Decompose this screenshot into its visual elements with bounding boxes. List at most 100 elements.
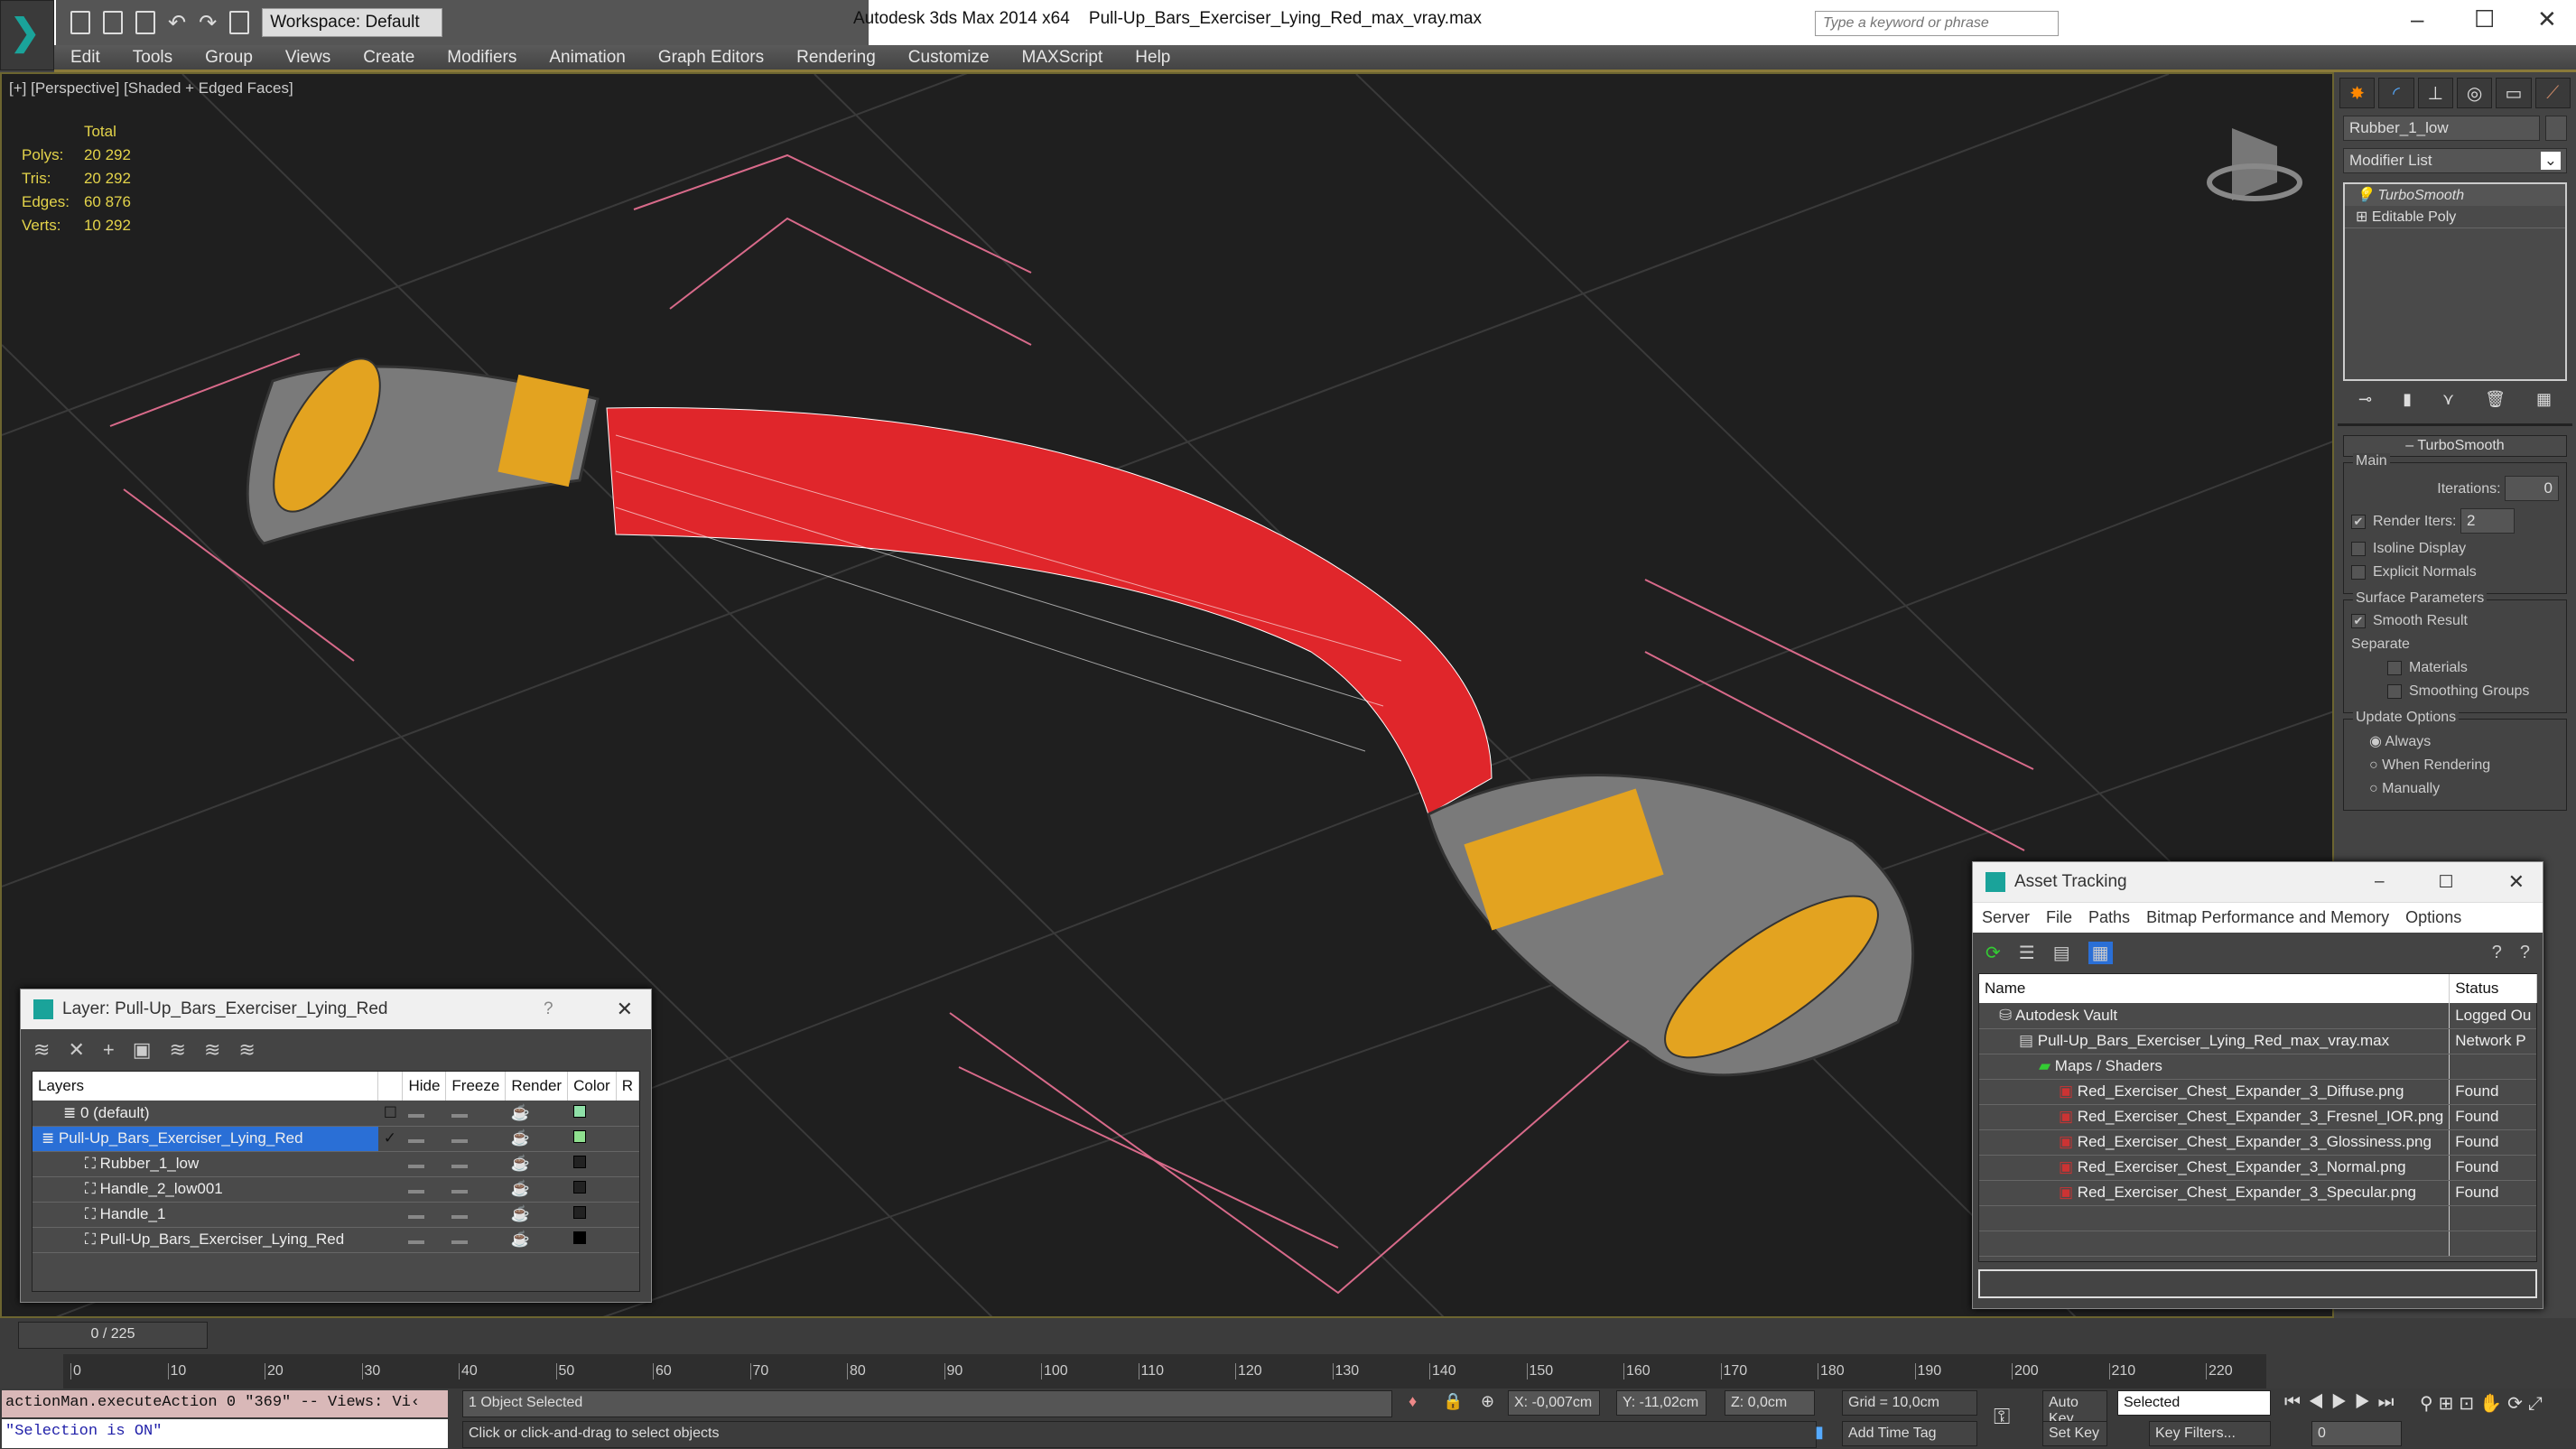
iterations-spinner[interactable]: 0: [2505, 476, 2559, 501]
orbit-icon[interactable]: ⟳: [2507, 1394, 2528, 1414]
show-end-result-icon[interactable]: ▮: [2403, 390, 2412, 409]
always-radio[interactable]: ◉: [2369, 734, 2385, 749]
column-header[interactable]: Hide: [402, 1072, 447, 1101]
set-key-mode-icon[interactable]: ⚿: [1994, 1405, 2010, 1430]
isolate-icon[interactable]: ♦: [1409, 1392, 1417, 1411]
isoline-display-checkbox[interactable]: [2351, 541, 2366, 556]
render-toggle[interactable]: ☕: [505, 1151, 568, 1177]
modifier-list-dropdown[interactable]: Modifier List ⌄: [2343, 148, 2567, 173]
menu-server[interactable]: Server: [1982, 908, 2030, 927]
track-bar[interactable]: 0 10 20 30 40 50 60 70 80 90 100 110 120 130 140 150 160…: [63, 1354, 2266, 1389]
previous-frame-icon[interactable]: ◀: [2308, 1392, 2331, 1412]
render-toggle[interactable]: ☕: [505, 1101, 568, 1127]
current-layer-toggle[interactable]: [377, 1176, 403, 1203]
freeze-toggle[interactable]: [445, 1151, 506, 1177]
menu-maxscript[interactable]: MAXScript: [1006, 48, 1120, 68]
search-input[interactable]: [1815, 11, 2059, 36]
freeze-toggle[interactable]: [445, 1227, 506, 1253]
next-frame-icon[interactable]: ▶: [2355, 1392, 2378, 1412]
create-tab-icon[interactable]: ✸: [2339, 78, 2376, 108]
hide-toggle[interactable]: [402, 1176, 446, 1203]
render-toggle[interactable]: ☕: [505, 1227, 568, 1253]
menu-tools[interactable]: Tools: [116, 48, 189, 68]
pan-icon[interactable]: ✋: [2479, 1394, 2507, 1414]
when-rendering-radio[interactable]: ○: [2369, 757, 2382, 773]
go-to-end-icon[interactable]: ⏭: [2378, 1392, 2402, 1412]
object-color-swatch[interactable]: [2545, 116, 2567, 141]
layer-row[interactable]: ⛶ Rubber_1_low ☕: [33, 1151, 639, 1177]
close-button[interactable]: ✕: [617, 998, 633, 1021]
hide-toggle[interactable]: [402, 1227, 446, 1253]
menu-file[interactable]: File: [2046, 908, 2072, 927]
color-cell[interactable]: [567, 1227, 617, 1253]
zoom-icon[interactable]: ⚲: [2420, 1394, 2439, 1414]
select-objects-icon[interactable]: ▣: [133, 1038, 152, 1062]
help-button[interactable]: ?: [544, 999, 553, 1019]
minimize-button[interactable]: –: [2411, 5, 2423, 33]
tree-view-icon[interactable]: ▤: [2053, 942, 2070, 964]
open-file-icon[interactable]: [103, 11, 123, 34]
list-view-icon[interactable]: ☰: [2019, 942, 2035, 964]
render-toggle[interactable]: ☕: [505, 1176, 568, 1203]
add-to-layer-icon[interactable]: +: [103, 1038, 115, 1062]
zoom-extents-icon[interactable]: ⊡: [2459, 1394, 2479, 1414]
hide-toggle[interactable]: [402, 1151, 446, 1177]
close-button[interactable]: ✕: [2508, 870, 2525, 894]
maximize-button[interactable]: ☐: [2474, 5, 2495, 33]
asset-row[interactable]: ▣ Red_Exerciser_Chest_Expander_3_Specula…: [1979, 1180, 2537, 1206]
play-icon[interactable]: ▶: [2331, 1392, 2355, 1412]
current-layer-toggle[interactable]: [377, 1227, 403, 1253]
asset-row[interactable]: ▣ Red_Exerciser_Chest_Expander_3_Fresnel…: [1979, 1104, 2537, 1130]
column-name[interactable]: Name: [1979, 974, 2450, 1003]
color-cell[interactable]: [567, 1202, 617, 1228]
menu-rendering[interactable]: Rendering: [780, 48, 892, 68]
remove-modifier-icon[interactable]: 🗑: [2485, 390, 2506, 409]
menu-edit[interactable]: Edit: [54, 48, 116, 68]
asset-row[interactable]: ⛁ Autodesk Vault Logged Ou: [1979, 1003, 2537, 1029]
viewport-label[interactable]: [+] [Perspective] [Shaded + Edged Faces]: [9, 79, 293, 98]
time-tag-icon[interactable]: ▮: [1815, 1423, 1824, 1442]
freeze-toggle[interactable]: [445, 1126, 506, 1152]
maxscript-result[interactable]: "Selection is ON": [2, 1419, 448, 1448]
freeze-all-icon[interactable]: ≋: [238, 1038, 255, 1062]
display-tab-icon[interactable]: ▭: [2496, 78, 2532, 108]
time-slider[interactable]: 0 / 225: [18, 1322, 208, 1349]
materials-checkbox[interactable]: [2387, 660, 2402, 675]
menu-help[interactable]: Help: [1119, 48, 1186, 68]
current-layer-toggle[interactable]: [377, 1151, 403, 1177]
absolute-mode-icon[interactable]: ⊕: [1481, 1392, 1494, 1411]
menu-create[interactable]: Create: [347, 48, 431, 68]
column-header[interactable]: Color: [567, 1072, 617, 1101]
render-toggle[interactable]: ☕: [505, 1126, 568, 1152]
add-time-tag-button[interactable]: Add Time Tag: [1842, 1421, 1977, 1446]
layer-row[interactable]: ≣ Pull-Up_Bars_Exerciser_Lying_Red ✓ ☕: [33, 1126, 639, 1152]
go-to-start-icon[interactable]: ⏮: [2284, 1392, 2308, 1412]
set-key-button[interactable]: Set Key: [2042, 1421, 2107, 1446]
current-frame-field[interactable]: 0: [2311, 1421, 2402, 1446]
smooth-result-checkbox[interactable]: ✔: [2351, 613, 2366, 628]
column-header[interactable]: [377, 1072, 404, 1101]
render-iters-checkbox[interactable]: ✔: [2351, 514, 2366, 529]
app-menu-button[interactable]: ❯: [0, 0, 54, 70]
current-layer-toggle[interactable]: ✓: [377, 1126, 403, 1152]
render-toggle[interactable]: ☕: [505, 1202, 568, 1228]
new-layer-icon[interactable]: ≋: [33, 1038, 50, 1062]
lock-selection-icon[interactable]: 🔒: [1443, 1392, 1463, 1411]
manually-radio[interactable]: ○: [2369, 781, 2382, 796]
y-coordinate[interactable]: Y: -11,02cm: [1616, 1390, 1706, 1416]
close-button[interactable]: ✕: [2537, 5, 2557, 33]
layer-row[interactable]: ⛶ Handle_2_low001 ☕: [33, 1176, 639, 1203]
menu-paths[interactable]: Paths: [2088, 908, 2130, 927]
maximize-viewport-icon[interactable]: ⤢: [2528, 1394, 2548, 1414]
hide-toggle[interactable]: [402, 1101, 446, 1127]
menu-options[interactable]: Options: [2405, 908, 2461, 927]
color-cell[interactable]: [567, 1101, 617, 1127]
freeze-toggle[interactable]: [445, 1202, 506, 1228]
stack-item-turbosmooth[interactable]: 💡 TurboSmooth: [2345, 184, 2565, 206]
render-iters-spinner[interactable]: 2: [2460, 508, 2515, 534]
menu-bitmap[interactable]: Bitmap Performance and Memory: [2146, 908, 2389, 927]
save-icon[interactable]: [135, 11, 155, 34]
column-header[interactable]: Render: [505, 1072, 569, 1101]
hide-toggle[interactable]: [402, 1126, 446, 1152]
z-coordinate[interactable]: Z: 0,0cm: [1725, 1390, 1815, 1416]
